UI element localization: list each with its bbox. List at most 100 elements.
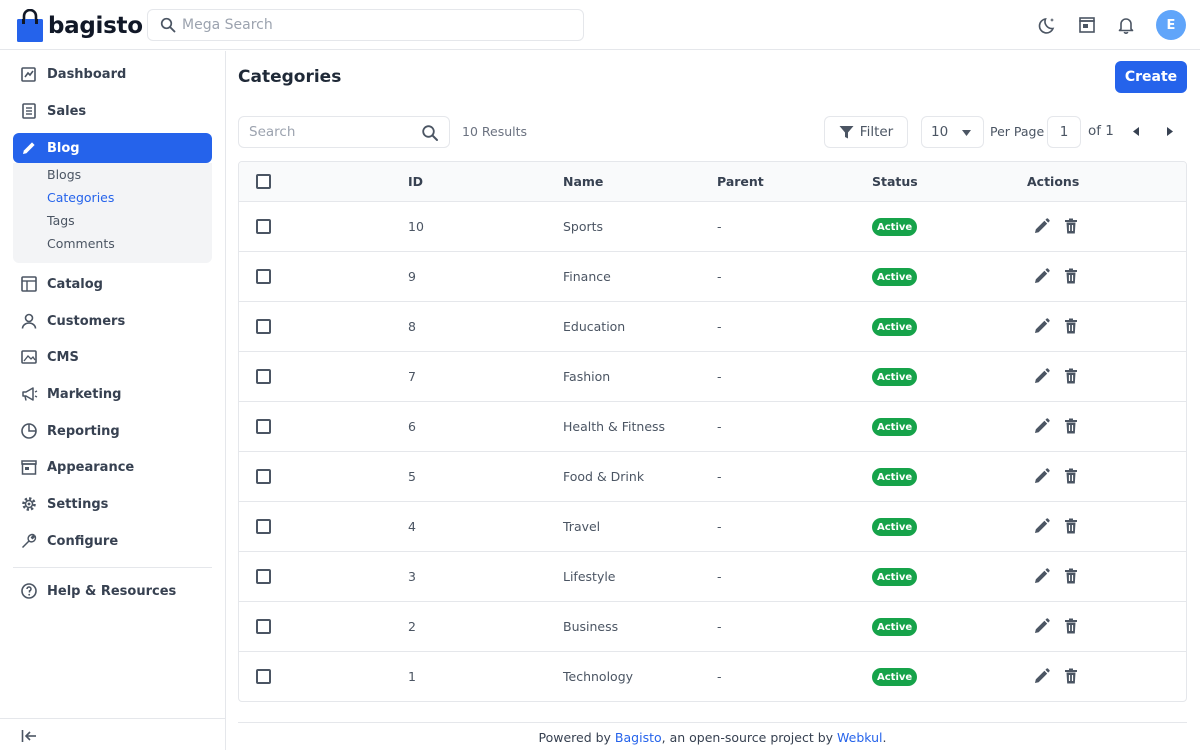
brand-logo[interactable]: bagisto — [17, 9, 143, 42]
edit-icon[interactable] — [1032, 316, 1052, 336]
delete-icon[interactable] — [1061, 266, 1081, 286]
user-avatar[interactable]: E — [1156, 10, 1186, 40]
results-count: 10 Results — [462, 124, 528, 139]
cms-icon — [19, 347, 39, 367]
row-checkbox[interactable] — [256, 669, 271, 684]
column-header-name[interactable]: Name — [563, 174, 603, 189]
edit-icon[interactable] — [1032, 366, 1052, 386]
page-number-input[interactable] — [1047, 116, 1081, 148]
sidebar-item-label: Settings — [47, 496, 109, 512]
edit-icon[interactable] — [1032, 566, 1052, 586]
sidebar-item-configure[interactable]: Configure — [13, 526, 212, 556]
search-icon[interactable] — [421, 124, 439, 142]
sidebar-item-reporting[interactable]: Reporting — [13, 416, 212, 446]
sidebar-item-sales[interactable]: Sales — [13, 96, 212, 126]
cell-id: 5 — [408, 469, 416, 484]
status-badge: Active — [872, 218, 918, 236]
delete-icon[interactable] — [1061, 316, 1081, 336]
status-badge: Active — [872, 668, 918, 686]
cell-name: Sports — [563, 219, 604, 234]
blog-submenu: Blogs Categories Tags Comments — [13, 163, 212, 263]
sidebar-item-settings[interactable]: Settings — [13, 489, 212, 519]
row-checkbox[interactable] — [256, 419, 271, 434]
sidebar-item-cms[interactable]: CMS — [13, 342, 212, 372]
column-header-parent[interactable]: Parent — [717, 174, 764, 189]
sidebar-item-help[interactable]: Help & Resources — [13, 576, 212, 606]
edit-icon[interactable] — [1032, 516, 1052, 536]
dark-mode-toggle[interactable] — [1037, 14, 1059, 36]
sidebar-item-catalog[interactable]: Catalog — [13, 269, 212, 299]
delete-icon[interactable] — [1061, 616, 1081, 636]
cell-name: Food & Drink — [563, 469, 645, 484]
row-checkbox[interactable] — [256, 269, 271, 284]
table-header: ID Name Parent Status Actions — [239, 162, 1186, 202]
edit-icon[interactable] — [1032, 416, 1052, 436]
datagrid-search-input[interactable] — [249, 124, 419, 140]
row-checkbox[interactable] — [256, 519, 271, 534]
storefront-link[interactable] — [1076, 14, 1098, 36]
status-badge: Active — [872, 318, 918, 336]
per-page-select[interactable]: 10 — [921, 116, 984, 148]
edit-icon[interactable] — [1032, 666, 1052, 686]
sidebar-item-customers[interactable]: Customers — [13, 306, 212, 336]
cell-name: Finance — [563, 269, 611, 284]
edit-icon[interactable] — [1032, 266, 1052, 286]
submenu-item-categories[interactable]: Categories — [47, 190, 114, 205]
footer-suffix: . — [882, 730, 887, 745]
cell-name: Travel — [563, 519, 601, 534]
gear-icon — [19, 494, 39, 514]
mega-search-input[interactable] — [182, 17, 562, 33]
webkul-link[interactable]: Webkul — [837, 730, 883, 745]
bagisto-link[interactable]: Bagisto — [615, 730, 662, 745]
submenu-item-tags[interactable]: Tags — [47, 213, 75, 228]
edit-icon[interactable] — [1032, 216, 1052, 236]
delete-icon[interactable] — [1061, 466, 1081, 486]
cell-id: 4 — [408, 519, 416, 534]
select-all-checkbox[interactable] — [256, 174, 271, 189]
footer-divider — [238, 722, 1187, 723]
sidebar-item-blog[interactable]: Blog — [13, 133, 212, 163]
sidebar-item-appearance[interactable]: Appearance — [13, 452, 212, 482]
filter-button[interactable]: Filter — [824, 116, 908, 148]
delete-icon[interactable] — [1061, 666, 1081, 686]
sidebar-item-label: Customers — [47, 313, 126, 329]
submenu-item-comments[interactable]: Comments — [47, 236, 115, 251]
datagrid-search[interactable] — [238, 116, 450, 148]
edit-icon[interactable] — [1032, 466, 1052, 486]
delete-icon[interactable] — [1061, 366, 1081, 386]
column-header-id[interactable]: ID — [408, 174, 423, 189]
row-checkbox[interactable] — [256, 319, 271, 334]
delete-icon[interactable] — [1061, 416, 1081, 436]
row-checkbox[interactable] — [256, 369, 271, 384]
edit-icon[interactable] — [1032, 616, 1052, 636]
sidebar-item-dashboard[interactable]: Dashboard — [13, 59, 212, 89]
next-page-button[interactable] — [1163, 124, 1177, 138]
row-checkbox[interactable] — [256, 569, 271, 584]
sidebar-item-label: CMS — [47, 349, 79, 365]
status-badge: Active — [872, 468, 918, 486]
previous-page-button[interactable] — [1129, 124, 1143, 138]
collapse-sidebar-button[interactable] — [20, 727, 38, 745]
table-row: 7 Fashion - Active — [239, 352, 1186, 402]
row-checkbox[interactable] — [256, 469, 271, 484]
cell-id: 3 — [408, 569, 416, 584]
table-row: 10 Sports - Active — [239, 202, 1186, 252]
cell-id: 8 — [408, 319, 416, 334]
delete-icon[interactable] — [1061, 516, 1081, 536]
sidebar: Dashboard Sales Blog Blogs Categories Ta… — [0, 51, 226, 750]
submenu-item-blogs[interactable]: Blogs — [47, 167, 81, 182]
delete-icon[interactable] — [1061, 216, 1081, 236]
row-checkbox[interactable] — [256, 619, 271, 634]
row-checkbox[interactable] — [256, 219, 271, 234]
sidebar-item-marketing[interactable]: Marketing — [13, 379, 212, 409]
table-row: 3 Lifestyle - Active — [239, 552, 1186, 602]
notifications-button[interactable] — [1115, 14, 1137, 36]
sidebar-bottom-divider — [0, 718, 226, 719]
create-button[interactable]: Create — [1115, 61, 1187, 93]
delete-icon[interactable] — [1061, 566, 1081, 586]
caret-right-icon — [1167, 126, 1173, 136]
mega-search[interactable] — [147, 9, 584, 41]
collapse-icon — [21, 730, 36, 742]
sidebar-item-label: Catalog — [47, 276, 103, 292]
column-header-status[interactable]: Status — [872, 174, 918, 189]
